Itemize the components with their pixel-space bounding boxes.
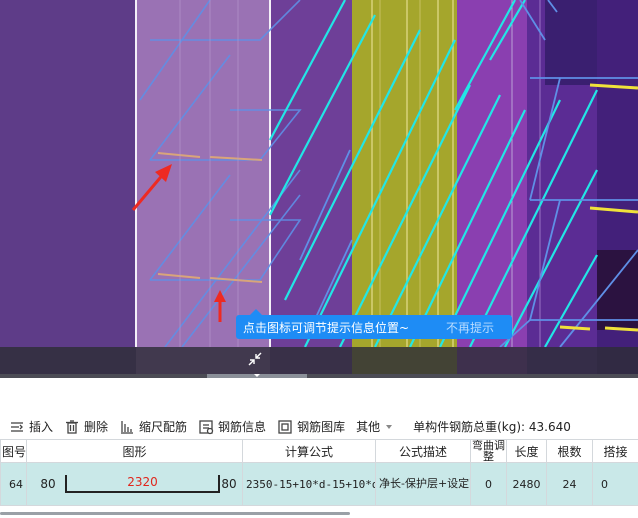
- scale-rebar-button[interactable]: 缩尺配筋: [119, 418, 187, 435]
- scale-rebar-label: 缩尺配筋: [139, 420, 188, 434]
- cell-lap[interactable]: 0: [592, 462, 638, 506]
- table-header-row: 图号 图形 计算公式 公式描述 弯曲调整 长度 根数 搭接: [0, 439, 638, 463]
- tooltip-pointer: [250, 309, 262, 315]
- shape-left-value: 80: [40, 477, 56, 491]
- other-label: 其他: [356, 420, 381, 434]
- tooltip-message: 点击图标可调节提示信息位置~: [243, 320, 410, 335]
- cell-shape[interactable]: 80 2320 80: [26, 462, 243, 506]
- cell-fig-no[interactable]: 64: [0, 462, 27, 506]
- rebar-library-label: 钢筋图库: [297, 420, 346, 434]
- rebar-library-button[interactable]: 钢筋图库: [277, 418, 345, 435]
- cell-count[interactable]: 24: [546, 462, 593, 506]
- header-count[interactable]: 根数: [546, 439, 593, 463]
- header-shape[interactable]: 图形: [26, 439, 243, 463]
- header-length[interactable]: 长度: [506, 439, 547, 463]
- shape-main-value: 2320: [127, 475, 158, 489]
- hint-tooltip: 点击图标可调节提示信息位置~ 不再提示: [236, 309, 512, 339]
- header-lap[interactable]: 搭接: [592, 439, 638, 463]
- header-fig-no[interactable]: 图号: [0, 439, 27, 463]
- delete-label: 删除: [84, 420, 109, 434]
- horizontal-scrollbar[interactable]: [0, 508, 638, 518]
- viewport-status-overlay: [0, 347, 638, 374]
- delete-button[interactable]: 删除: [64, 418, 108, 435]
- shape-right-value: 80: [221, 477, 237, 491]
- other-dropdown[interactable]: 其他: [356, 418, 394, 435]
- rebar-info-label: 钢筋信息: [218, 420, 267, 434]
- rebar-toolbar: 插入 删除 缩尺配筋 钢筋信息 钢筋图库 其他 单构件钢筋总重(kg): 43.…: [0, 414, 638, 439]
- panel-spacer: [0, 378, 638, 414]
- scale-rebar-icon: [121, 420, 134, 434]
- rebar-table: 图号 图形 计算公式 公式描述 弯曲调整 长度 根数 搭接 64 80 2320…: [0, 439, 638, 506]
- header-bend-adjust[interactable]: 弯曲调整: [470, 439, 507, 463]
- splitter-arrow-icon: [254, 374, 260, 377]
- insert-button[interactable]: 插入: [9, 418, 53, 435]
- collapse-icon[interactable]: [246, 350, 264, 368]
- cell-formula[interactable]: 2350-15+10*d-15+10*d: [242, 462, 376, 506]
- header-formula[interactable]: 计算公式: [242, 439, 376, 463]
- cell-formula-desc[interactable]: 净长-保护层+设定弯折-保护…: [375, 462, 471, 506]
- shape-bar: 2320: [65, 475, 220, 493]
- dont-show-again-link[interactable]: 不再提示: [446, 319, 512, 336]
- total-weight-text: 单构件钢筋总重(kg): 43.640: [413, 420, 571, 434]
- scrollbar-thumb[interactable]: [0, 512, 350, 515]
- rebar-info-icon: [199, 419, 214, 434]
- cell-bend-adjust[interactable]: 0: [470, 462, 507, 506]
- rebar-shape: 80 2320 80: [31, 472, 238, 496]
- insert-icon: [11, 421, 23, 432]
- cell-length[interactable]: 2480: [506, 462, 547, 506]
- header-formula-desc[interactable]: 公式描述: [375, 439, 471, 463]
- rebar-library-icon: [278, 419, 292, 434]
- 3d-viewport[interactable]: 点击图标可调节提示信息位置~ 不再提示: [0, 0, 638, 378]
- delete-icon: [66, 419, 79, 434]
- insert-label: 插入: [29, 420, 54, 434]
- dropdown-arrow-icon: [386, 424, 393, 429]
- table-row[interactable]: 64 80 2320 80 2350-15+10*d-15+10*d 净长-保护…: [0, 462, 638, 506]
- rebar-info-button[interactable]: 钢筋信息: [198, 418, 266, 435]
